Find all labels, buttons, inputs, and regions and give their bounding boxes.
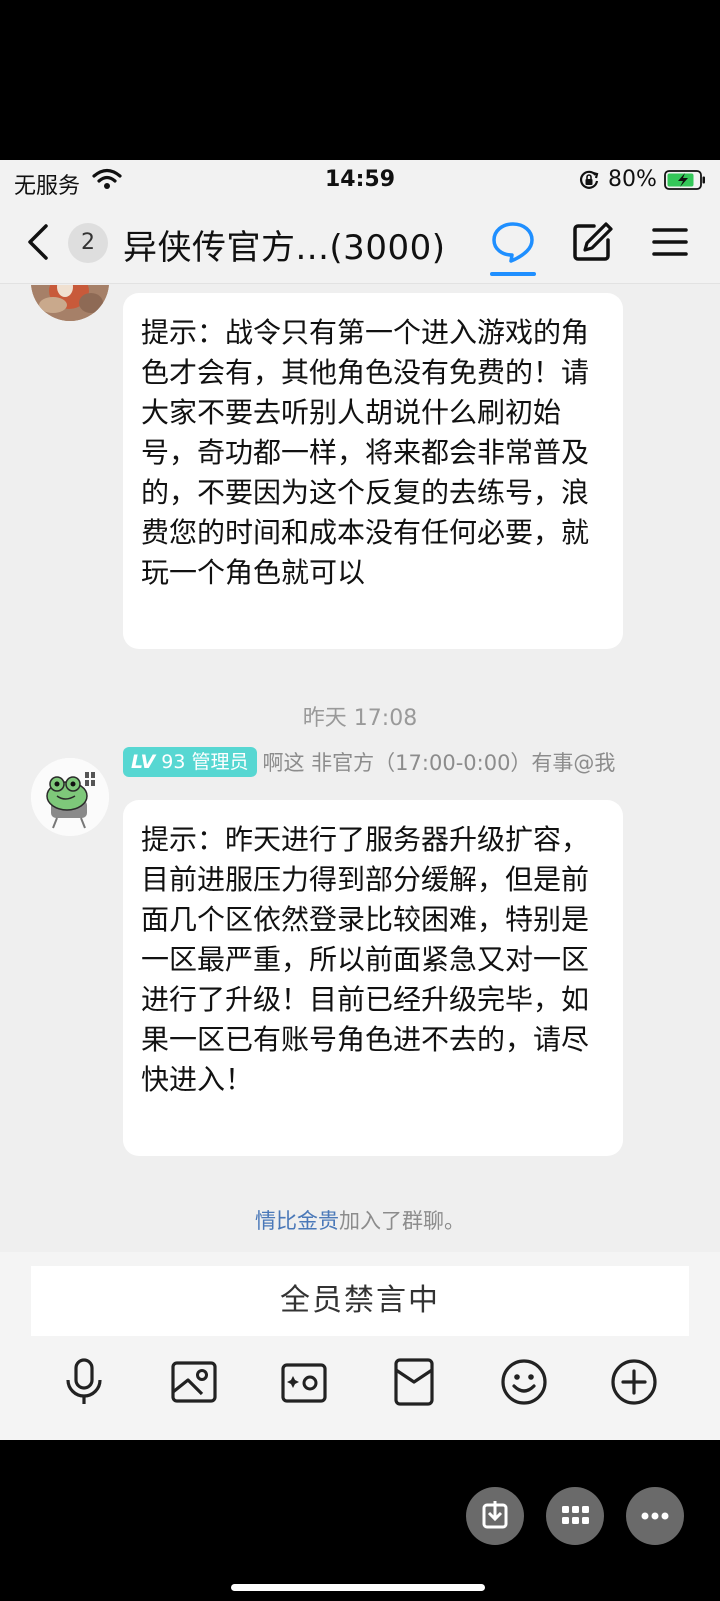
muted-input-box: 全员禁言中 (31, 1266, 689, 1336)
plus-icon[interactable] (608, 1356, 660, 1408)
more-button[interactable] (626, 1487, 684, 1545)
role-label: 管理员 (191, 751, 249, 773)
emoji-icon[interactable] (498, 1356, 550, 1408)
level-badge: LV 93 管理员 (123, 747, 257, 777)
home-indicator[interactable] (231, 1584, 485, 1591)
edit-icon[interactable] (570, 220, 614, 264)
unread-count-badge[interactable]: 2 (68, 223, 108, 263)
chevron-left-icon[interactable] (24, 222, 54, 262)
message-bubble[interactable]: 提示：战令只有第一个进入游戏的角色才会有，其他角色没有免费的！请大家不要去听别人… (123, 293, 623, 649)
avatar-image (31, 285, 109, 321)
avatar[interactable] (31, 758, 109, 836)
system-message-text: 加入了群聊。 (339, 1209, 465, 1233)
message-bubble[interactable]: 提示：昨天进行了服务器升级扩容，目前进服压力得到部分缓解，但是前面几个区依然登录… (123, 800, 623, 1156)
more-icon (641, 1512, 669, 1520)
microphone-icon[interactable] (58, 1356, 110, 1408)
menu-icon[interactable] (650, 222, 690, 262)
chat-header: 2 异侠传官方...(3000) (0, 200, 720, 284)
group-title[interactable]: 异侠传官方...(3000) (123, 220, 445, 269)
battery-icon (664, 170, 705, 190)
message-text: 提示：昨天进行了服务器升级扩容，目前进服压力得到部分缓解，但是前面几个区依然登录… (141, 823, 590, 1096)
level-number: 93 (161, 751, 186, 773)
avatar[interactable] (31, 285, 109, 321)
rotation-lock-icon (580, 170, 599, 189)
grid-icon (562, 1506, 589, 1524)
status-bar: 无服务 14:59 80% (0, 160, 720, 200)
battery-percent: 80% (608, 167, 657, 192)
grid-apps-button[interactable] (546, 1487, 604, 1545)
sender-info: LV 93 管理员 啊这 非官方（17:00-0:00）有事@我 (123, 747, 615, 781)
chat-message-list[interactable]: 提示：战令只有第一个进入游戏的角色才会有，其他角色没有免费的！请大家不要去听别人… (0, 285, 720, 1252)
download-button[interactable] (466, 1487, 524, 1545)
image-icon[interactable] (168, 1356, 220, 1408)
phone-screen: 无服务 14:59 80% 2 异侠传官方...(3000) 提示：战令只有第一… (0, 160, 720, 1440)
message-text: 提示：战令只有第一个进入游戏的角色才会有，其他角色没有免费的！请大家不要去听别人… (141, 316, 590, 589)
sender-name[interactable]: 啊这 非官方（17:00-0:00）有事@我 (263, 747, 616, 777)
time-separator: 昨天 17:08 (302, 706, 418, 731)
joined-member-link[interactable]: 情比金贵 (255, 1209, 339, 1233)
camera-icon[interactable] (278, 1356, 330, 1408)
system-message: 情比金贵加入了群聊。 (0, 1205, 720, 1235)
red-packet-icon[interactable] (388, 1356, 440, 1408)
chat-tab-indicator (490, 272, 536, 276)
download-icon (482, 1501, 508, 1529)
frog-avatar-image (31, 758, 109, 836)
level-prefix: LV (131, 751, 156, 773)
chat-bubble-icon[interactable] (490, 220, 536, 264)
input-bar: 全员禁言中 (0, 1252, 720, 1440)
